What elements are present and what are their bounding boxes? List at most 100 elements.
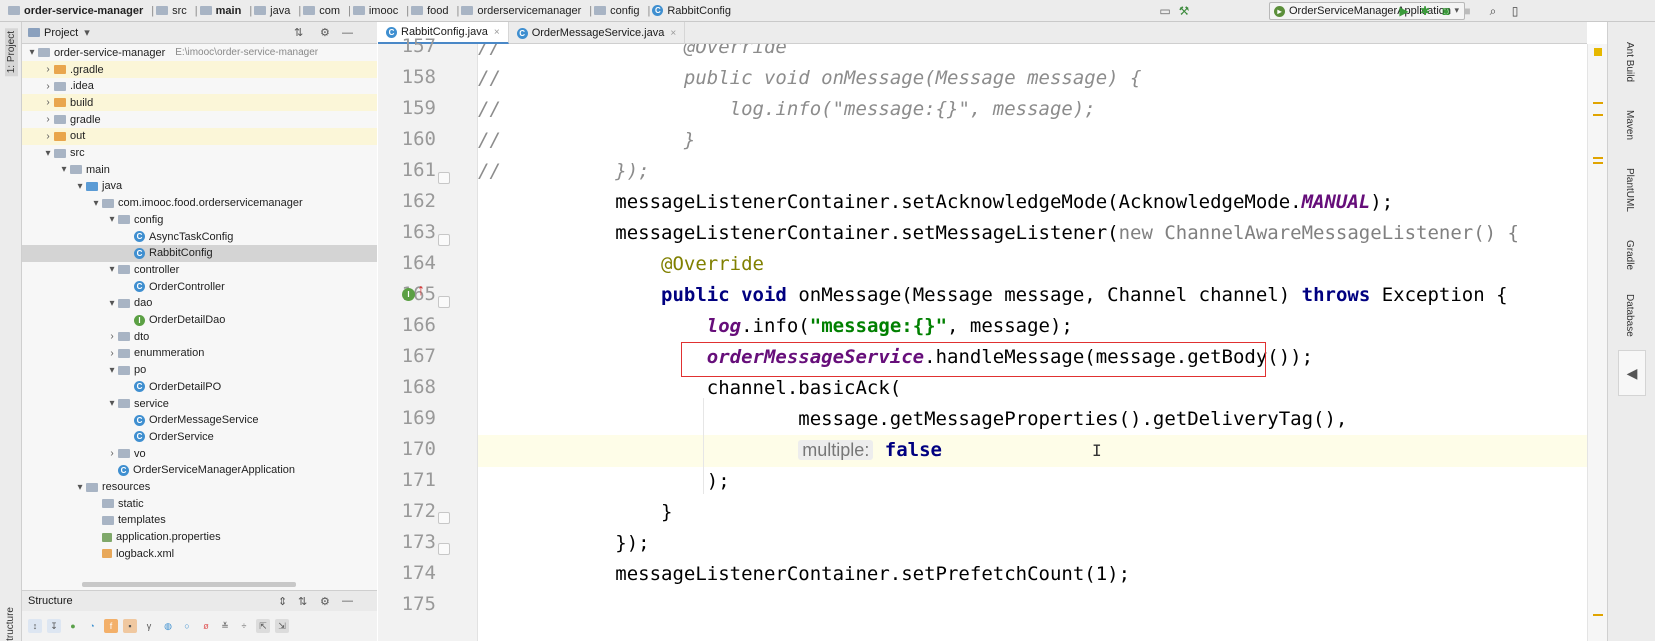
tree-item[interactable]: ▾ po (22, 362, 377, 379)
fold-marker-icon[interactable] (438, 543, 450, 555)
show-lambdas-icon[interactable]: γ (142, 619, 156, 633)
maven-tab[interactable]: Maven (1624, 110, 1635, 140)
project-tool-tab[interactable]: 1: Project (5, 28, 18, 77)
collapse-all-icon[interactable]: ⇅ (298, 595, 307, 608)
tree-item[interactable]: › dto (22, 328, 377, 345)
chevron-down-icon[interactable]: ▾ (26, 47, 38, 58)
gear-icon[interactable]: ⚙ (320, 595, 330, 608)
chevron-down-icon[interactable]: ▾ (58, 164, 70, 175)
show-fields-icon[interactable]: f (104, 619, 118, 633)
tree-item[interactable]: ▾ java (22, 178, 377, 195)
project-panel-title[interactable]: Project (44, 27, 78, 39)
breadcrumb-item[interactable]: | main (189, 5, 242, 17)
override-arrow-icon[interactable]: ↑ (417, 282, 425, 300)
tree-item[interactable]: › out (22, 127, 377, 145)
database-tab[interactable]: Database (1624, 294, 1635, 337)
chevron-right-icon[interactable]: › (106, 331, 118, 342)
tree-item[interactable]: ▾ com.imooc.food.orderservicemanager (22, 195, 377, 212)
chevron-down-icon[interactable]: ▾ (74, 482, 86, 493)
chevron-right-icon[interactable]: › (106, 448, 118, 459)
breadcrumb-item[interactable]: | food (400, 5, 448, 17)
chevron-right-icon[interactable]: › (42, 81, 54, 92)
collapse-arrow-icon[interactable]: ◀ (1618, 350, 1646, 396)
warning-marker[interactable] (1593, 614, 1603, 616)
chevron-right-icon[interactable]: › (42, 131, 54, 142)
tree-item[interactable]: C OrderDetailPO (22, 378, 377, 395)
tree-item[interactable]: application.properties (22, 529, 377, 546)
chevron-right-icon[interactable]: › (42, 97, 54, 108)
editor-tab[interactable]: C OrderMessageService.java × (509, 22, 686, 44)
tree-item[interactable]: static (22, 495, 377, 512)
breadcrumb-item[interactable]: | java (243, 5, 290, 17)
show-properties-icon[interactable]: ● (66, 619, 80, 633)
run-icon[interactable]: ▶ (1397, 3, 1411, 19)
expand-all-icon[interactable]: ⇕ (278, 595, 287, 608)
breadcrumb-item[interactable]: | com (292, 5, 340, 17)
chevron-down-icon[interactable]: ▾ (106, 398, 118, 409)
project-view-dropdown-icon[interactable]: ▾ (84, 26, 90, 39)
structure-tool-tab[interactable]: Structure (5, 607, 16, 641)
warning-marker[interactable] (1594, 48, 1602, 56)
fold-marker-icon[interactable] (438, 296, 450, 308)
debug-icon[interactable]: ✱ (1418, 3, 1432, 19)
tree-item[interactable]: ▾ src (22, 145, 377, 162)
hide-panel-icon[interactable]: — (342, 27, 353, 39)
tree-item[interactable]: ▾ order-service-manager E:\imooc\order-ser… (22, 44, 377, 61)
fold-marker-icon[interactable] (438, 234, 450, 246)
tree-item[interactable]: ▾ service (22, 395, 377, 412)
structure-panel-title[interactable]: Structure (28, 595, 73, 607)
tree-item[interactable]: C AsyncTaskConfig (22, 228, 377, 245)
breadcrumb-item[interactable]: order-service-manager (8, 5, 143, 17)
chevron-down-icon[interactable]: ▾ (42, 148, 54, 159)
ant-build-tab[interactable]: Ant Build (1624, 42, 1635, 82)
tree-item[interactable]: I OrderDetailDao (22, 312, 377, 329)
warning-marker[interactable] (1593, 157, 1603, 159)
gradle-tab[interactable]: Gradle (1624, 240, 1635, 270)
chevron-down-icon[interactable]: ▾ (106, 298, 118, 309)
hide-panel-icon[interactable]: — (342, 595, 353, 607)
fold-marker-icon[interactable] (438, 172, 450, 184)
tree-item[interactable]: C OrderMessageService (22, 412, 377, 429)
tree-item[interactable]: › build (22, 94, 377, 112)
chevron-down-icon[interactable]: ▾ (106, 365, 118, 376)
tree-item[interactable]: ▾ resources (22, 479, 377, 496)
collapse-all-icon[interactable]: ⇅ (294, 26, 303, 39)
tree-item[interactable]: ▾ dao (22, 295, 377, 312)
warning-marker[interactable] (1593, 162, 1603, 164)
tree-item[interactable]: ▾ config (22, 211, 377, 228)
close-icon[interactable]: × (494, 27, 500, 38)
tree-item[interactable]: › gradle (22, 111, 377, 128)
coverage-icon[interactable]: ◙ (1439, 3, 1453, 19)
chevron-down-icon[interactable]: ▾ (74, 181, 86, 192)
warning-marker[interactable] (1593, 102, 1603, 104)
fold-marker-icon[interactable] (438, 512, 450, 524)
layout-icon[interactable]: ▭ (1158, 3, 1172, 19)
collapse-icon[interactable]: ÷ (237, 619, 251, 633)
show-inherited-icon[interactable]: ◔ (85, 619, 99, 633)
show-abstract-icon[interactable]: ø (199, 619, 213, 633)
chevron-right-icon[interactable]: › (42, 114, 54, 125)
tree-item[interactable]: C RabbitConfig (22, 244, 377, 262)
tree-item[interactable]: C OrderService (22, 428, 377, 445)
chevron-down-icon[interactable]: ▾ (90, 198, 102, 209)
breadcrumb-item[interactable]: | C RabbitConfig (642, 5, 731, 17)
expand-icon[interactable]: ≚ (218, 619, 232, 633)
chevron-right-icon[interactable]: › (42, 64, 54, 75)
tree-item[interactable]: › vo (22, 445, 377, 462)
breadcrumb-item[interactable]: | orderservicemanager (450, 5, 581, 17)
show-nonpublic-icon[interactable]: ▪ (123, 619, 137, 633)
autoscroll-from-source-icon[interactable]: ⇲ (275, 619, 289, 633)
sort-alpha-icon[interactable]: ↕ (28, 619, 42, 633)
tree-item[interactable]: logback.xml (22, 545, 377, 562)
tree-item[interactable]: C OrderController (22, 278, 377, 295)
stop-icon[interactable]: ■ (1460, 3, 1474, 19)
plantuml-tab[interactable]: PlantUML (1624, 168, 1635, 212)
chevron-down-icon[interactable]: ▾ (106, 264, 118, 275)
breadcrumb-item[interactable]: | config (583, 5, 639, 17)
close-icon[interactable]: × (670, 28, 676, 39)
anonymous-classes-icon[interactable]: ◍ (161, 619, 175, 633)
run-configuration-select[interactable]: ▸ OrderServiceManagerApplication ▾ (1269, 2, 1465, 20)
show-interface-icon[interactable]: ○ (180, 619, 194, 633)
tree-item[interactable]: C OrderServiceManagerApplication (22, 462, 377, 479)
autoscroll-to-source-icon[interactable]: ⇱ (256, 619, 270, 633)
